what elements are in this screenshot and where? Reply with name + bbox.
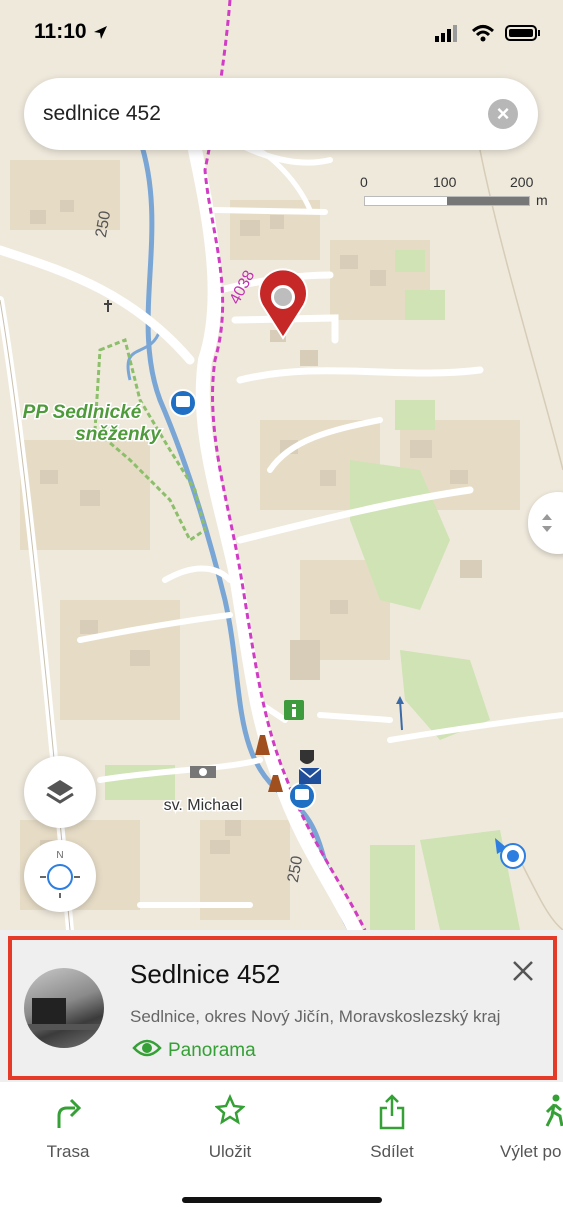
municipal-shield-icon[interactable]	[300, 750, 314, 764]
scale-unit: m	[536, 192, 548, 208]
route-label: Trasa	[46, 1142, 90, 1161]
close-icon: ×	[496, 101, 510, 126]
status-bar: 11:10	[0, 0, 563, 70]
scale-track	[364, 196, 530, 206]
scale-label-200: 200	[510, 174, 534, 190]
layers-button[interactable]	[24, 756, 96, 828]
clear-search-button[interactable]: ×	[488, 99, 518, 129]
save-button[interactable]: Uložit	[170, 1093, 290, 1162]
church-label: sv. Michael	[164, 797, 243, 814]
landmark-icon[interactable]	[190, 766, 216, 778]
share-label: Sdílet	[370, 1142, 414, 1161]
layers-icon	[45, 778, 75, 811]
search-input[interactable]: sedlnice 452	[43, 102, 161, 126]
bus-stop-icon[interactable]	[288, 782, 316, 810]
wifi-icon	[471, 24, 495, 47]
route-icon	[8, 1094, 128, 1134]
post-office-icon[interactable]	[298, 767, 322, 784]
compass-icon: N	[32, 848, 88, 909]
signal-icon	[435, 24, 461, 47]
trip-label: Výlet po	[500, 1142, 562, 1161]
hiking-icon	[494, 1094, 563, 1134]
save-label: Uložit	[208, 1142, 252, 1161]
scale-label-100: 100	[433, 174, 457, 190]
search-bar[interactable]: sedlnice 452 ×	[24, 78, 538, 150]
reserve-label-line1: PP Sedlnické	[23, 402, 142, 423]
highlight-frame	[8, 936, 557, 1080]
scale-bar: 0 100 200 m	[360, 172, 550, 212]
svg-text:N: N	[56, 850, 63, 861]
battery-icon	[505, 24, 541, 47]
scale-label-0: 0	[360, 174, 368, 190]
share-button[interactable]: Sdílet	[332, 1094, 452, 1162]
status-time: 11:10	[34, 20, 87, 43]
share-icon	[332, 1094, 452, 1134]
bus-stop-icon[interactable]	[169, 389, 197, 417]
compass-button[interactable]: N	[24, 840, 96, 912]
star-icon	[170, 1093, 290, 1134]
info-icon[interactable]	[284, 700, 304, 720]
home-indicator	[182, 1197, 382, 1203]
expand-collapse-icon	[540, 510, 554, 541]
location-arrow-icon	[92, 24, 108, 45]
route-button[interactable]: Trasa	[8, 1094, 128, 1162]
trip-button[interactable]: Výlet po	[494, 1094, 563, 1162]
reserve-label-line2: sněženky	[75, 424, 162, 445]
